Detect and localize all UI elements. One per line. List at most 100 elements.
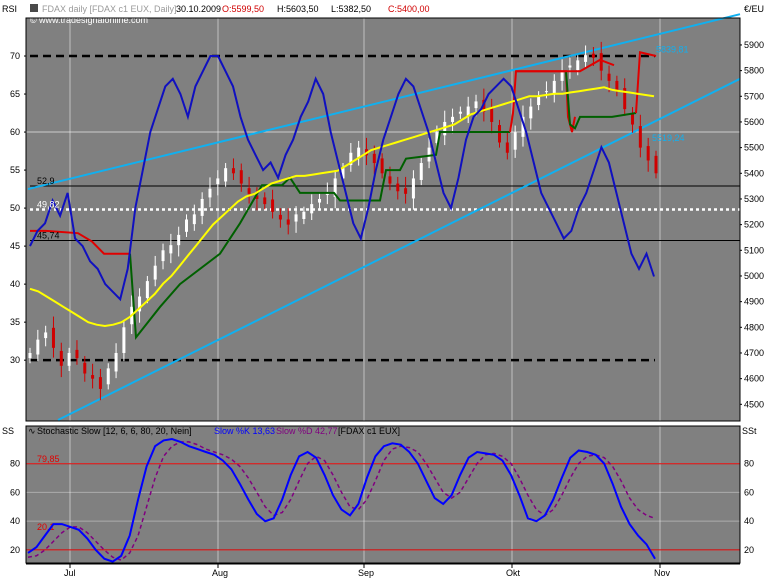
stoch-tick-label-left: 20 [10,545,20,555]
price-tick-label: 4600 [744,374,764,384]
price-tick-label: 5700 [744,91,764,101]
candle-body [458,111,462,114]
candle-body [357,147,361,158]
candle-body [231,168,235,174]
rsi-tick-label: 65 [10,89,20,99]
chart-window: RSI FDAX daily [FDAX c1 EUX, Daily] 30.1… [0,0,770,578]
candle-body [278,214,282,220]
candle-body [599,53,603,71]
candle-body [224,168,228,182]
stoch-icon: ∿ [28,426,36,436]
candle-body [513,132,517,150]
candle-body [114,352,118,372]
stoch-tick-label-left: 60 [10,487,20,497]
price-tick-label: 4900 [744,297,764,307]
candle-body [584,55,588,62]
candle-body [607,73,611,81]
candle-body [318,198,322,203]
candle-body [451,116,455,122]
candle-body [59,350,63,366]
candle-body [286,219,290,225]
currency-label: €/EU [744,4,764,14]
stoch-tick-label-right: 80 [744,458,754,468]
candle-body [98,377,102,389]
candle-body [380,158,384,174]
price-tick-label: 5600 [744,117,764,127]
candle-body [185,219,188,232]
stoch-tick-label-right: 20 [744,545,754,555]
candle-body [419,163,423,180]
instrument-title: FDAX daily [FDAX c1 EUX, Daily] [42,4,177,14]
candle-body [67,352,71,366]
candle-body [192,214,196,225]
candle-body [631,113,635,125]
candle-body [474,101,478,109]
price-tick-label: 5300 [744,194,764,204]
candle-body [169,245,173,254]
stoch-axis-label-left: SS [2,426,14,436]
stoch-tick-label-right: 40 [744,516,754,526]
candle-body [404,188,408,194]
price-tick-label: 5100 [744,245,764,255]
candle-body [91,375,95,379]
quote-close: C:5400,00 [388,4,430,14]
candle-body [36,339,40,355]
candle-body [490,107,494,122]
quote-high: H:5603,50 [277,4,319,14]
website-label: www.tradesignalonline.com [38,15,148,25]
instrument-icon[interactable] [30,4,38,12]
price-tick-label: 4700 [744,348,764,358]
candle-body [576,60,580,71]
candle-body [28,352,32,359]
price-tick-label: 5400 [744,168,764,178]
time-tick-label: Nov [654,568,671,578]
candle-body [271,199,275,212]
time-tick-label: Okt [506,568,521,578]
candle-body [529,106,533,119]
rsi-tick-label: 70 [10,51,20,61]
price-tick-label: 5200 [744,220,764,230]
time-tick-label: Sep [358,568,374,578]
candle-body [568,65,572,68]
rsi-level-label: 52,9 [37,176,55,186]
rsi-tick-label: 35 [10,317,20,327]
rsi-tick-label: 30 [10,355,20,365]
stoch-axis-label-right: SSt [742,426,757,436]
candle-body [153,265,157,280]
chart-canvas: RSI FDAX daily [FDAX c1 EUX, Daily] 30.1… [0,0,770,578]
rsi-tick-label: 40 [10,279,20,289]
candle-body [396,183,400,192]
trendline-price-label: 5839,81 [656,45,689,55]
candle-body [161,250,165,262]
rsi-tick-label: 45 [10,241,20,251]
candle-body [646,146,650,161]
rsi-tick-label: 55 [10,165,20,175]
stoch-legend: ∿ Stochastic Slow [12, 6, 6, 80, 20, Nei… [28,426,400,436]
time-tick-label: Jul [64,568,76,578]
candle-body [427,147,431,162]
price-tick-label: 5500 [744,143,764,153]
candle-body [208,188,212,198]
candle-body [552,80,556,95]
time-tick-label: Aug [212,568,228,578]
trendline-price-label: 5519,24 [652,133,685,143]
candle-body [388,176,392,184]
candle-body [51,327,55,348]
price-tick-label: 4800 [744,322,764,332]
copyright-icon: © [30,15,37,25]
rsi-level-label: 45,74 [37,230,60,240]
stoch-k-label: Slow %K 13,63 [214,426,275,436]
candle-body [239,170,243,184]
candle-body [505,142,509,153]
rsi-axis-label: RSI [2,4,17,14]
price-tick-label: 5000 [744,271,764,281]
price-tick-label: 5900 [744,40,764,50]
candle-body [83,362,87,374]
candle-body [498,125,501,143]
stoch-title: Stochastic Slow [12, 6, 6, 80, 20, Nein] [37,426,192,436]
candle-body [106,368,110,385]
quote-open: O:5599,50 [222,4,264,14]
stoch-d-label: Slow %D 42,77 [276,426,338,436]
candle-body [122,327,126,353]
rsi-level-label: 49,82 [37,199,60,209]
